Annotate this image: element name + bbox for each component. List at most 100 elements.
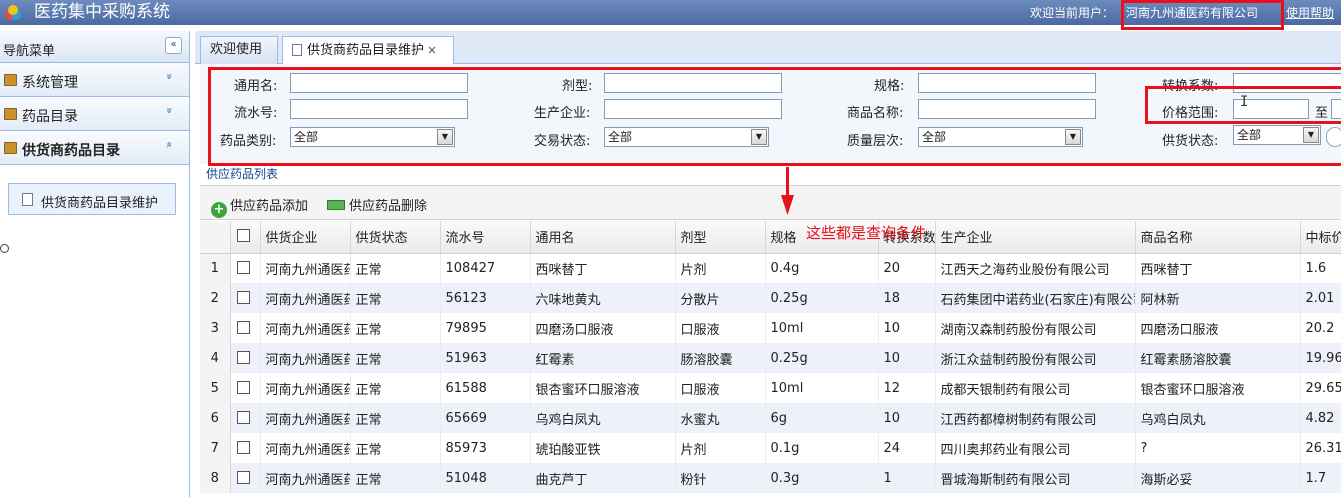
row-number: 3: [200, 313, 231, 343]
row-checkbox[interactable]: [230, 283, 261, 313]
cell-serial: 85973: [440, 433, 531, 463]
tab-welcome[interactable]: 欢迎使用: [200, 36, 278, 64]
column-header[interactable]: 供货状态: [350, 221, 441, 254]
nav-group-system[interactable]: 系统管理 »: [0, 63, 189, 97]
arrow-down-icon: [781, 167, 794, 215]
close-icon[interactable]: ×: [427, 43, 437, 57]
doc-icon: [292, 44, 302, 56]
chevron-up-icon[interactable]: «: [163, 141, 176, 148]
sidebar-item-supplier-catalog-maint[interactable]: 供货商药品目录维护: [8, 183, 176, 215]
cell-maker: 石药集团中诺药业(石家庄)有限公司: [935, 283, 1136, 313]
text-cursor-icon: I: [1240, 94, 1249, 110]
cell-price: 1.7: [1300, 463, 1341, 493]
column-header[interactable]: 通用名: [530, 221, 676, 254]
cell-name: 六味地黄丸: [530, 283, 676, 313]
chevron-down-icon[interactable]: »: [163, 107, 176, 114]
cell-price: 20.2: [1300, 313, 1341, 343]
row-checkbox[interactable]: [230, 253, 261, 283]
help-link[interactable]: 使用帮助: [1286, 4, 1334, 21]
select-all-checkbox[interactable]: [230, 221, 261, 254]
cell-factor: 1: [878, 463, 936, 493]
cell-serial: 51048: [440, 463, 531, 493]
column-header[interactable]: 中标价: [1300, 221, 1341, 254]
cell-status: 正常: [350, 373, 441, 403]
row-number: 7: [200, 433, 231, 463]
cell-form: 口服液: [675, 313, 766, 343]
column-header[interactable]: 商品名称: [1135, 221, 1301, 254]
nav-group-label: 药品目录: [22, 109, 78, 125]
collapse-icon[interactable]: «: [165, 37, 182, 54]
checkbox-icon: [236, 260, 250, 274]
cell-maker: 江西药都樟树制药有限公司: [935, 403, 1136, 433]
folder-icon: [4, 108, 17, 120]
row-number: 8: [200, 463, 231, 493]
cell-spec: 0.4g: [765, 253, 879, 283]
cell-serial: 56123: [440, 283, 531, 313]
query-button[interactable]: [1326, 127, 1341, 147]
cell-maker: 浙江众益制药股份有限公司: [935, 343, 1136, 373]
table-row[interactable]: 7 河南九州通医药有限公司正常85973琥珀酸亚铁片剂0.1g24四川奥邦药业有限…: [200, 433, 1341, 463]
cell-factor: 18: [878, 283, 936, 313]
cell-price: 26.31: [1300, 433, 1341, 463]
nav-group-label: 供货商药品目录: [22, 143, 120, 159]
navigation-sidebar: 导航菜单 « 系统管理 » 药品目录 » 供货商药品目录 « 供货商药品目录维护: [0, 31, 190, 497]
cell-price: 2.01: [1300, 283, 1341, 313]
row-checkbox[interactable]: [230, 343, 261, 373]
table-row[interactable]: 5河南九州通医药有限公司正常61588银杏蜜环口服溶液口服液10ml12成都天银…: [200, 373, 1341, 403]
doc-icon: [22, 193, 33, 206]
cell-maker: 四川奥邦药业有限公司: [935, 433, 1136, 463]
table-row[interactable]: 4河南九州通医药有限公司正常51963红霉素肠溶胶囊0.25g10浙江众益制药股…: [200, 343, 1341, 373]
cell-product: ?: [1135, 433, 1301, 463]
cell-status: 正常: [350, 433, 441, 463]
table-row[interactable]: 1河南九州通医药有限公司正常108427西咪替丁片剂0.4g20江西天之海药业股…: [200, 253, 1341, 283]
table-row[interactable]: 3河南九州通医药有限公司正常79895四磨汤口服液口服液10ml10湖南汉森制药…: [200, 313, 1341, 343]
checkbox-icon: [236, 350, 250, 364]
cell-name: 红霉素: [530, 343, 676, 373]
row-number: 4: [200, 343, 231, 373]
tab-bar: 欢迎使用 供货商药品目录维护 ×: [195, 31, 1341, 65]
chevron-down-icon[interactable]: »: [163, 73, 176, 80]
checkbox-icon: [236, 320, 250, 334]
cell-factor: 10: [878, 403, 936, 433]
row-number: 5: [200, 373, 231, 403]
cell-spec: 0.25g: [765, 283, 879, 313]
table-row[interactable]: 6河南九州通医药有限公司正常65669乌鸡白凤丸水蜜丸6g10江西药都樟树制药有…: [200, 403, 1341, 433]
cell-status: 正常: [350, 283, 441, 313]
cell-maker: 晋城海斯制药有限公司: [935, 463, 1136, 493]
cell-form: 口服液: [675, 373, 766, 403]
nav-group-label: 系统管理: [22, 75, 78, 91]
column-header[interactable]: 剂型: [675, 221, 766, 254]
cell-status: 正常: [350, 403, 441, 433]
cell-form: 粉针: [675, 463, 766, 493]
column-header[interactable]: 流水号: [440, 221, 531, 254]
delete-supply-drug-button[interactable]: 供应药品删除: [327, 195, 427, 214]
table-row[interactable]: 2 河南九州通医药有限公司正常56123六味地黄丸分散片0.25g18石药集团中诺…: [200, 283, 1341, 313]
nav-group-drug-catalog[interactable]: 药品目录 »: [0, 97, 189, 131]
row-checkbox[interactable]: [230, 463, 261, 493]
cell-maker: 成都天银制药有限公司: [935, 373, 1136, 403]
row-checkbox[interactable]: [230, 433, 261, 463]
nav-group-supplier-catalog[interactable]: 供货商药品目录 «: [0, 131, 189, 165]
cell-status: 正常: [350, 343, 441, 373]
cell-maker: 湖南汉森制药股份有限公司: [935, 313, 1136, 343]
grid-body: 1河南九州通医药有限公司正常108427西咪替丁片剂0.4g20江西天之海药业股…: [200, 253, 1341, 493]
cell-product: 海斯必妥: [1135, 463, 1301, 493]
cell-serial: 65669: [440, 403, 531, 433]
row-checkbox[interactable]: [230, 403, 261, 433]
row-checkbox[interactable]: [230, 373, 261, 403]
tab-supplier-catalog-maint[interactable]: 供货商药品目录维护 ×: [282, 36, 454, 65]
table-row[interactable]: 8 河南九州通医药有限公司正常51048曲克芦丁粉针0.3g1晋城海斯制药有限公司…: [200, 463, 1341, 493]
delete-button-label: 供应药品删除: [349, 199, 428, 214]
sidebar-item-label: 供货商药品目录维护: [41, 196, 159, 211]
checkbox-icon: [236, 440, 250, 454]
column-header[interactable]: 生产企业: [935, 221, 1136, 254]
grid-header-row: 供货企业 供货状态 流水号 通用名 剂型 规格 转换系数 生产企业 商品名称 中…: [200, 221, 1341, 254]
cell-serial: 108427: [440, 253, 531, 283]
list-toolbar: + 供应药品添加 供应药品删除: [200, 185, 1341, 220]
resize-handle[interactable]: [0, 244, 9, 253]
row-checkbox[interactable]: [230, 313, 261, 343]
add-supply-drug-button[interactable]: + 供应药品添加: [211, 195, 308, 218]
column-header[interactable]: 供货企业: [260, 221, 351, 254]
cell-factor: 20: [878, 253, 936, 283]
cell-form: 分散片: [675, 283, 766, 313]
